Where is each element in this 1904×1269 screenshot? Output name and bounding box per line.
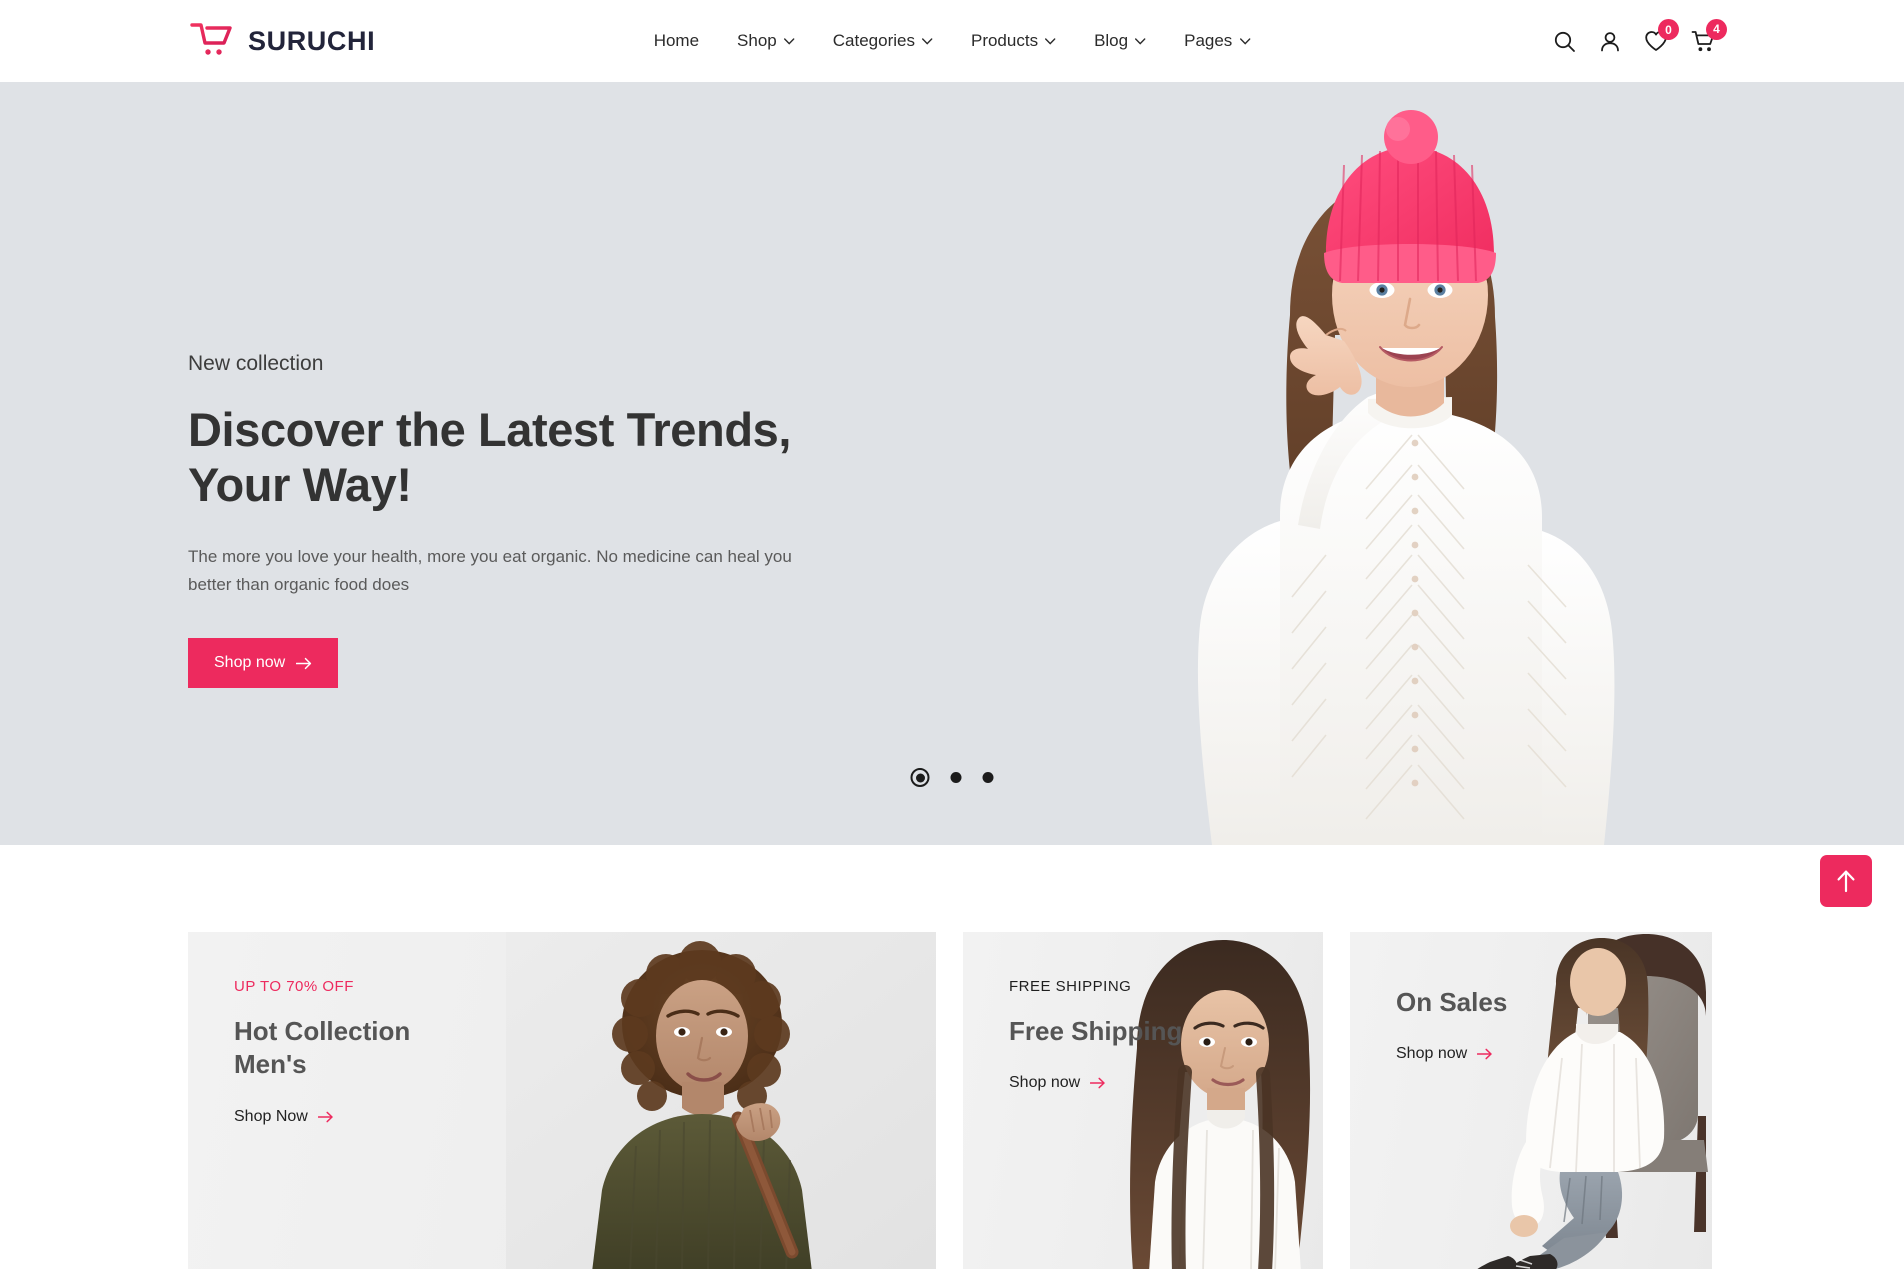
wishlist-button[interactable]: 0	[1644, 19, 1679, 52]
main-navigation: Home Shop Categories Products Blog Pages	[654, 31, 1251, 51]
hero-title-line-2: Your Way!	[188, 457, 412, 511]
nav-item-blog[interactable]: Blog	[1094, 31, 1146, 51]
promo-title-line-2: Men's	[234, 1049, 307, 1080]
promo-card-free-shipping[interactable]: FREE SHIPPING Free Shipping Shop now	[963, 932, 1323, 1269]
hero-model-image	[1197, 110, 1615, 845]
promo-eyebrow: UP TO 70% OFF	[234, 978, 354, 995]
promo-card-content: UP TO 70% OFF Hot Collection Men's Shop …	[188, 932, 936, 1126]
carousel-dot-2[interactable]	[950, 772, 962, 783]
promo-title-line-1: Free Shipping	[1009, 1016, 1183, 1046]
site-header: SURUCHI Home Shop Categories Products Bl…	[0, 0, 1904, 82]
account-button[interactable]	[1599, 30, 1621, 53]
promo-eyebrow: FREE SHIPPING	[1009, 978, 1132, 995]
nav-item-shop[interactable]: Shop	[737, 31, 795, 51]
hero-title: Discover the Latest Trends, Your Way!	[188, 403, 828, 513]
promo-title: Hot Collection Men's	[234, 1015, 936, 1082]
arrow-right-icon	[317, 1111, 333, 1122]
chevron-down-icon	[1045, 37, 1056, 45]
arrow-up-icon	[1837, 870, 1855, 893]
nav-label: Pages	[1184, 31, 1233, 50]
hero-title-line-1: Discover the Latest Trends,	[188, 403, 792, 456]
nav-label: Categories	[832, 31, 915, 50]
nav-label: Shop	[737, 31, 777, 50]
chevron-down-icon	[784, 37, 795, 45]
carousel-dot-3[interactable]	[982, 772, 994, 783]
brand-name: SURUCHI	[248, 25, 376, 56]
promo-title-line-1: On Sales	[1396, 987, 1508, 1017]
promo-link-label: Shop Now	[234, 1107, 308, 1125]
hero-description: The more you love your health, more you …	[188, 546, 792, 594]
promo-cards: UP TO 70% OFF Hot Collection Men's Shop …	[0, 932, 1904, 1269]
nav-item-home[interactable]: Home	[654, 31, 699, 51]
promo-title: On Sales	[1396, 986, 1712, 1019]
nav-item-categories[interactable]: Categories	[833, 31, 933, 51]
wishlist-badge: 0	[1658, 19, 1679, 40]
promo-shop-link[interactable]: Shop Now	[234, 1108, 334, 1126]
carousel-dots	[910, 768, 994, 787]
promo-title-line-1: Hot Collection	[234, 1016, 411, 1046]
chevron-down-icon	[922, 37, 933, 45]
cart-badge: 4	[1706, 18, 1727, 40]
promo-card-content: On Sales Shop now	[1350, 932, 1712, 1063]
promo-title: Free Shipping	[1009, 1015, 1323, 1048]
hero-carousel: New collection Discover the Latest Trend…	[0, 82, 1904, 845]
header-actions: 0 4	[1553, 18, 1727, 53]
promo-shop-link[interactable]: Shop now	[1396, 1045, 1493, 1063]
nav-label: Products	[970, 31, 1039, 50]
nav-label: Blog	[1094, 31, 1129, 50]
arrow-right-icon	[1090, 1077, 1105, 1089]
promo-link-label: Shop now	[1009, 1074, 1081, 1092]
search-icon	[1554, 31, 1575, 52]
promo-link-label: Shop now	[1396, 1045, 1468, 1063]
search-button[interactable]	[1553, 30, 1576, 53]
chevron-down-icon	[1135, 37, 1146, 45]
promo-card-content: FREE SHIPPING Free Shipping Shop now	[963, 932, 1323, 1092]
nav-item-pages[interactable]: Pages	[1184, 31, 1251, 51]
promo-shop-link[interactable]: Shop now	[1009, 1074, 1106, 1092]
scroll-to-top-button[interactable]	[1820, 855, 1872, 907]
arrow-right-icon	[296, 657, 312, 670]
hero-shop-now-button[interactable]: Shop now	[188, 638, 339, 689]
carousel-dot-1[interactable]	[910, 768, 930, 787]
hero-cta-label: Shop now	[214, 654, 286, 672]
brand-logo[interactable]: SURUCHI	[188, 20, 375, 63]
hero-content: New collection Discover the Latest Trend…	[188, 352, 828, 689]
arrow-right-icon	[1477, 1048, 1492, 1060]
chevron-down-icon	[1239, 37, 1251, 45]
nav-label: Home	[653, 31, 700, 50]
promo-card-hot-collection[interactable]: UP TO 70% OFF Hot Collection Men's Shop …	[188, 932, 936, 1269]
cart-button[interactable]: 4	[1691, 18, 1727, 53]
nav-item-products[interactable]: Products	[971, 31, 1056, 51]
hero-eyebrow: New collection	[188, 352, 324, 375]
shopping-cart-icon	[188, 20, 234, 63]
user-icon	[1601, 31, 1619, 51]
promo-card-on-sales[interactable]: On Sales Shop now	[1350, 932, 1712, 1269]
